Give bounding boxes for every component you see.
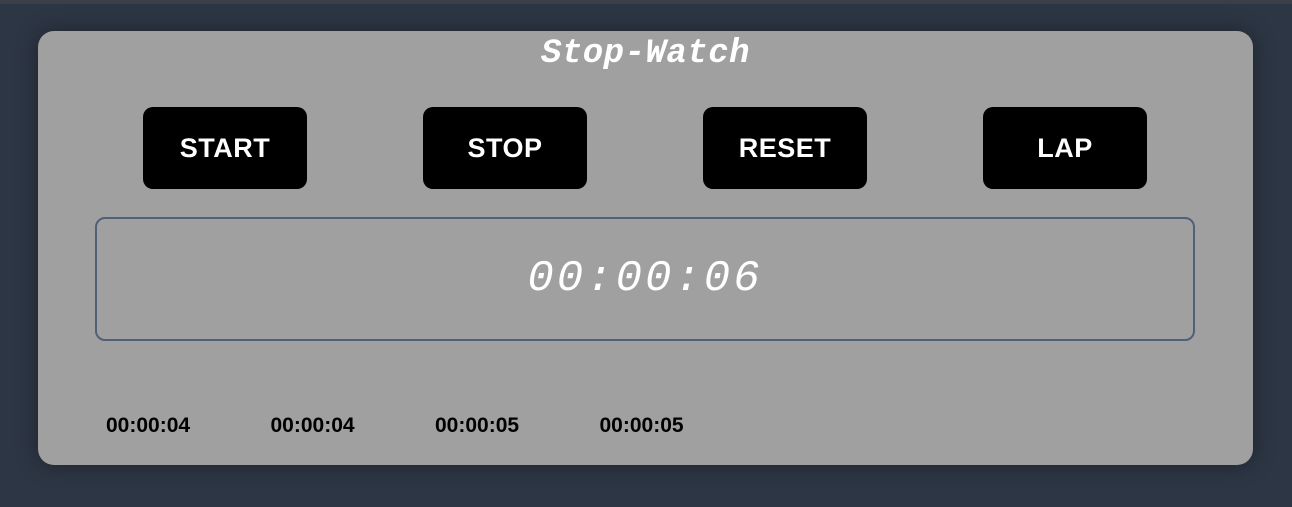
start-button[interactable]: START [143,107,307,189]
window-top-edge [0,0,1292,4]
lap-time-4: 00:00:05 [599,414,684,437]
lap-time-3: 00:00:05 [435,414,520,437]
app-title: Stop-Watch [540,35,751,73]
lap-time-2: 00:00:04 [270,414,355,437]
lap-button[interactable]: LAP [983,107,1147,189]
reset-button[interactable]: RESET [703,107,867,189]
elapsed-time: 00:00:06 [527,254,763,304]
stopwatch-card: Stop-Watch START STOP RESET LAP 00:00:06… [38,31,1253,465]
lap-list: 00:00:04 00:00:04 00:00:05 00:00:05 [106,414,764,438]
lap-time-1: 00:00:04 [106,414,191,437]
time-display: 00:00:06 [95,217,1195,341]
stop-button[interactable]: STOP [423,107,587,189]
